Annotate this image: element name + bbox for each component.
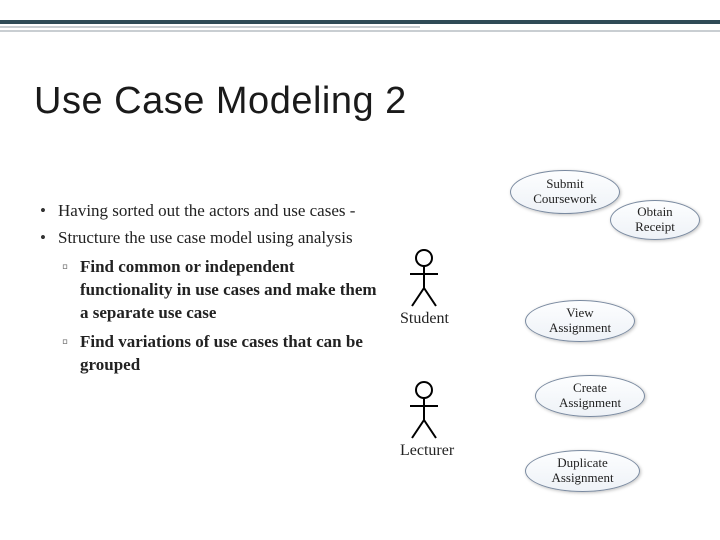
- actor-student-label: Student: [400, 310, 448, 328]
- usecase-obtain-receipt: Obtain Receipt: [610, 200, 700, 240]
- stick-figure-icon: [404, 380, 444, 440]
- slide-title: Use Case Modeling 2: [34, 80, 407, 123]
- decorative-rule-light-short: [0, 26, 420, 28]
- usecase-view-assignment: View Assignment: [525, 300, 635, 342]
- actor-lecturer-label: Lecturer: [400, 442, 448, 460]
- bullet-2: Structure the use case model using analy…: [40, 227, 380, 377]
- bullet-2-text: Structure the use case model using analy…: [58, 228, 353, 247]
- usecase-duplicate-assignment: Duplicate Assignment: [525, 450, 640, 492]
- actor-lecturer: Lecturer: [400, 380, 448, 460]
- slide: Use Case Modeling 2 Having sorted out th…: [0, 0, 720, 540]
- bullet-1: Having sorted out the actors and use cas…: [40, 200, 380, 223]
- sub-bullet-1: Find common or independent functionality…: [58, 256, 380, 325]
- usecase-submit-coursework: Submit Coursework: [510, 170, 620, 214]
- use-case-diagram: Student Lecturer Submit Coursework Obtai…: [380, 170, 710, 510]
- actor-student: Student: [400, 248, 448, 328]
- stick-figure-icon: [404, 248, 444, 308]
- body-text: Having sorted out the actors and use cas…: [40, 200, 380, 383]
- decorative-rule-dark: [0, 20, 720, 24]
- usecase-create-assignment: Create Assignment: [535, 375, 645, 417]
- decorative-rule-light-long: [0, 30, 720, 32]
- sub-bullet-2: Find variations of use cases that can be…: [58, 331, 380, 377]
